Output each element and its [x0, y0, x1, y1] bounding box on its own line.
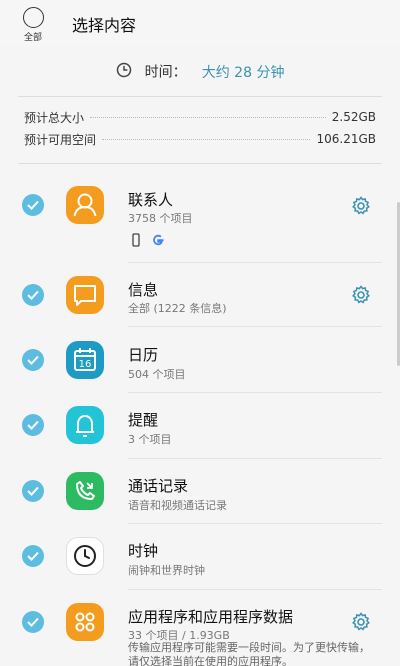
- checkbox-checked[interactable]: [22, 480, 44, 502]
- item-title: 时钟: [128, 542, 159, 560]
- item-subtitle: 3758 个项目: [128, 212, 193, 225]
- free-space-value: 106.21GB: [316, 132, 376, 146]
- apps-settings-gear-icon[interactable]: [350, 611, 372, 633]
- free-space-label: 预计可用空间: [24, 132, 97, 147]
- phone-log-icon: [66, 472, 104, 510]
- item-title: 信息: [128, 281, 159, 299]
- checkbox-checked[interactable]: [22, 284, 44, 306]
- dotted-leader: [102, 138, 311, 140]
- item-subtitle: 504 个项目: [128, 368, 186, 381]
- item-title: 通话记录: [128, 477, 189, 495]
- item-title: 应用程序和应用程序数据: [128, 608, 294, 626]
- total-size-label: 预计总大小: [24, 110, 85, 125]
- clock-icon: [116, 59, 132, 87]
- free-space-row: 预计可用空间 106.21GB: [24, 129, 376, 149]
- page-title: 选择内容: [72, 16, 137, 35]
- top-bar: 全部 选择内容: [0, 0, 400, 46]
- divider: [128, 523, 382, 524]
- select-all-circle-icon[interactable]: [22, 7, 44, 28]
- clock-app-icon: [66, 537, 104, 575]
- checkbox-checked[interactable]: [22, 545, 44, 567]
- checkbox-checked[interactable]: [22, 414, 44, 436]
- total-size-row: 预计总大小 2.52GB: [24, 107, 376, 127]
- divider: [128, 262, 382, 263]
- checkbox-checked[interactable]: [22, 349, 44, 371]
- apps-icon: [66, 603, 104, 641]
- select-all-label: 全部: [23, 33, 42, 43]
- account-sources: [128, 232, 166, 250]
- checkbox-checked[interactable]: [22, 611, 44, 633]
- item-subtitle: 全部 (1222 条信息): [128, 302, 227, 315]
- time-estimate: 时间： 大约 28 分钟: [0, 58, 400, 86]
- time-label: 时间：: [144, 64, 187, 81]
- item-title: 提醒: [128, 411, 159, 429]
- messages-icon: [66, 276, 104, 314]
- item-subtitle: 语音和视频通话记录: [128, 499, 227, 512]
- item-title: 日历: [128, 346, 159, 364]
- divider: [128, 326, 382, 327]
- divider: [128, 589, 382, 590]
- divider: [18, 163, 382, 164]
- calendar-icon: 16: [66, 341, 104, 379]
- item-subtitle: 闹钟和世界时钟: [128, 564, 205, 577]
- divider: [18, 96, 382, 97]
- time-value: 大约 28 分钟: [201, 64, 285, 81]
- select-all-toggle[interactable]: 全部: [17, 6, 49, 44]
- messages-settings-gear-icon[interactable]: [350, 284, 372, 306]
- total-size-value: 2.52GB: [331, 110, 376, 124]
- divider: [128, 392, 382, 393]
- google-icon: [150, 232, 166, 248]
- apps-transfer-note: 传输应用程序可能需要一段时间。为了更快传输，请仅选择当前在使用的应用程序。: [128, 641, 370, 666]
- phone-device-icon: [128, 232, 144, 248]
- reminder-icon: [66, 406, 104, 444]
- contacts-settings-gear-icon[interactable]: [350, 195, 372, 217]
- contacts-icon: [66, 186, 104, 224]
- divider: [128, 458, 382, 459]
- dotted-leader: [90, 116, 326, 118]
- item-title: 联系人: [128, 191, 174, 209]
- calendar-day-number: 16: [79, 359, 92, 370]
- item-subtitle: 3 个项目: [128, 433, 172, 446]
- checkbox-checked[interactable]: [22, 194, 44, 216]
